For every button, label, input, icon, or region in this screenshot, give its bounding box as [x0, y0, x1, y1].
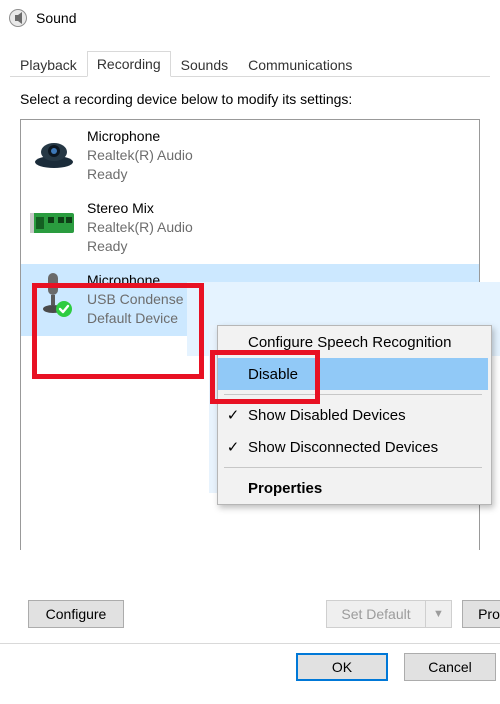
tab-recording[interactable]: Recording: [87, 51, 171, 77]
dialog-button-row: OK Cancel: [0, 643, 500, 690]
configure-button[interactable]: Configure: [28, 600, 124, 628]
device-sub: USB Condense: [87, 290, 184, 309]
menu-separator: [224, 467, 482, 468]
device-name: Microphone: [87, 271, 184, 290]
panel-button-row: Configure Set Default ▼ Pro: [28, 600, 500, 628]
menu-label: Configure Speech Recognition: [248, 334, 451, 351]
menu-show-disabled[interactable]: ✓ Show Disabled Devices: [218, 399, 488, 431]
webcam-mic-icon: [29, 127, 79, 177]
device-state: Default Device: [87, 309, 184, 328]
device-name: Microphone: [87, 127, 193, 146]
device-state: Ready: [87, 237, 193, 256]
menu-separator: [224, 394, 482, 395]
menu-label: Show Disconnected Devices: [248, 439, 438, 456]
context-menu: Configure Speech Recognition Disable ✓ S…: [217, 325, 492, 505]
instruction-text: Select a recording device below to modif…: [20, 91, 480, 107]
menu-show-disconnected[interactable]: ✓ Show Disconnected Devices: [218, 431, 488, 463]
tab-playback[interactable]: Playback: [10, 52, 87, 77]
device-name: Stereo Mix: [87, 199, 193, 218]
set-default-dropdown[interactable]: ▼: [426, 600, 452, 628]
menu-label: Properties: [248, 480, 322, 497]
list-item[interactable]: Stereo Mix Realtek(R) Audio Ready: [21, 192, 479, 264]
set-default-button[interactable]: Set Default: [326, 600, 426, 628]
menu-properties[interactable]: Properties: [218, 472, 488, 504]
ok-button[interactable]: OK: [296, 653, 388, 681]
sound-dialog: Sound Playback Recording Sounds Communic…: [0, 0, 500, 704]
menu-label: Show Disabled Devices: [248, 407, 406, 424]
device-sub: Realtek(R) Audio: [87, 146, 193, 165]
tab-strip: Playback Recording Sounds Communications: [10, 48, 490, 77]
check-icon: ✓: [218, 438, 248, 456]
menu-disable[interactable]: Disable: [218, 358, 488, 390]
cancel-button[interactable]: Cancel: [404, 653, 496, 681]
check-icon: ✓: [218, 406, 248, 424]
menu-label: Disable: [248, 366, 298, 383]
titlebar: Sound: [0, 0, 500, 34]
usb-mic-icon: [29, 271, 79, 321]
device-sub: Realtek(R) Audio: [87, 218, 193, 237]
soundcard-icon: [29, 199, 79, 249]
device-state: Ready: [87, 165, 193, 184]
chevron-down-icon: ▼: [433, 608, 444, 620]
list-item[interactable]: Microphone Realtek(R) Audio Ready: [21, 120, 479, 192]
sound-icon: [8, 8, 28, 28]
properties-button[interactable]: Pro: [462, 600, 500, 628]
tab-sounds[interactable]: Sounds: [171, 52, 238, 77]
tab-communications[interactable]: Communications: [238, 52, 362, 77]
menu-configure-speech[interactable]: Configure Speech Recognition: [218, 326, 488, 358]
window-title: Sound: [36, 10, 76, 26]
